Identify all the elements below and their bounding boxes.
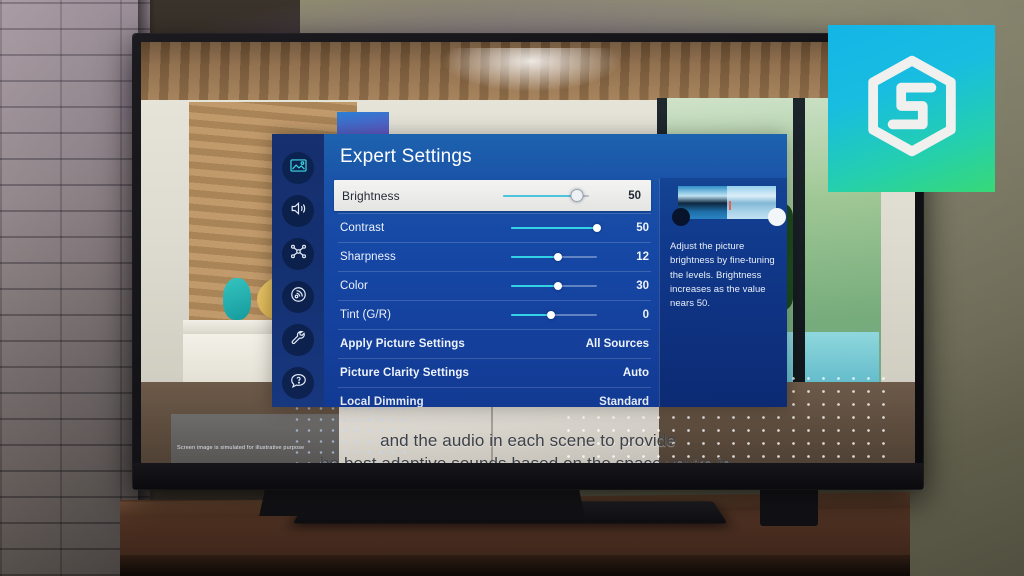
brand-watermark [828,25,995,192]
wrench-icon [289,328,308,352]
network-icon [289,242,308,266]
setting-label: Picture Clarity Settings [340,366,469,379]
brightness-slider[interactable] [503,189,589,202]
brick-wall [0,0,150,576]
setting-label: Brightness [342,188,400,203]
television: Expert Settings Brightness 50 Contrast 5… [133,34,923,489]
preview-image [678,186,776,219]
setting-value: All Sources [585,337,649,350]
tint-slider[interactable] [511,309,597,321]
console-shadow [120,555,910,576]
sidebar-item-network[interactable] [282,238,314,270]
slider-fill [511,284,559,287]
setting-label: Color [340,279,368,292]
sound-icon [289,199,308,223]
slider-fill [511,226,597,229]
info-description: Adjust the picture brightness by fine-tu… [670,241,775,309]
brightness-preview [670,186,786,230]
slider-knob[interactable] [546,310,555,319]
slider-fill [511,313,551,316]
setting-row-contrast[interactable]: Contrast 50 [324,213,659,242]
setting-row-brightness[interactable]: Brightness 50 [334,180,651,211]
setting-value: 30 [636,279,649,292]
settings-list: Brightness 50 Contrast 50 Sharpness 12 C… [324,178,659,407]
sidebar-item-general[interactable] [282,324,314,356]
setting-label: Contrast [340,221,385,234]
sidebar-item-broadcast[interactable] [282,281,314,313]
setting-row-tint[interactable]: Tint (G/R) 0 [324,300,659,329]
setting-label: Apply Picture Settings [340,337,465,350]
slider-knob[interactable] [593,223,601,232]
preview-marker [728,200,731,210]
setting-row-apply-picture-settings[interactable]: Apply Picture Settings All Sources [324,329,659,358]
caption-line-2: he best adaptive sounds based on the spa… [141,453,915,463]
setting-value: Standard [599,395,649,408]
tv-screen: Expert Settings Brightness 50 Contrast 5… [141,42,915,463]
color-slider[interactable] [511,280,597,292]
menu-body: Brightness 50 Contrast 50 Sharpness 12 C… [324,178,787,407]
preview-light-dot [768,208,786,226]
slider-knob[interactable] [554,252,563,261]
slider-fill [503,194,577,197]
sidebar-item-sound[interactable] [282,195,314,227]
slider-fill [511,255,559,258]
info-panel: Adjust the picture brightness by fine-tu… [659,178,787,407]
setting-value: 50 [628,189,641,202]
setting-value: 50 [636,221,649,234]
setting-row-picture-clarity-settings[interactable]: Picture Clarity Settings Auto [324,358,659,387]
setting-value: Auto [622,366,649,379]
page-title: Expert Settings [340,146,472,167]
contrast-slider[interactable] [511,222,601,234]
setting-label: Local Dimming [340,395,424,408]
tv-chin [133,463,923,489]
room-photo: Expert Settings Brightness 50 Contrast 5… [0,0,1024,576]
expert-settings-menu: Expert Settings Brightness 50 Contrast 5… [272,134,787,407]
sidebar-item-support[interactable] [282,367,314,399]
slider-knob[interactable] [570,189,584,202]
broadcast-icon [289,285,308,309]
scene-teal-vase [223,278,251,320]
slider-knob[interactable] [554,281,563,290]
sharpness-slider[interactable] [511,251,597,263]
setting-label: Tint (G/R) [340,308,392,321]
hexagon-s-logo-icon [858,52,966,165]
setting-row-sharpness[interactable]: Sharpness 12 [324,242,659,271]
setting-label: Sharpness [340,250,396,263]
menu-sidebar [272,134,324,407]
setting-row-color[interactable]: Color 30 [324,271,659,300]
setting-value: 12 [636,250,649,263]
preview-dark-dot [672,208,690,226]
help-bubble-icon [289,371,308,395]
setting-row-local-dimming[interactable]: Local Dimming Standard [324,387,659,407]
scene-ceiling-light [441,48,621,92]
disclaimer-text: Screen image is simulated for illustrati… [177,445,305,451]
sidebar-item-picture[interactable] [282,152,314,184]
tv-stand-neck [259,490,585,517]
setting-value: 0 [642,308,649,321]
menu-main-panel: Expert Settings Brightness 50 Contrast 5… [324,134,787,407]
picture-icon [289,156,308,180]
